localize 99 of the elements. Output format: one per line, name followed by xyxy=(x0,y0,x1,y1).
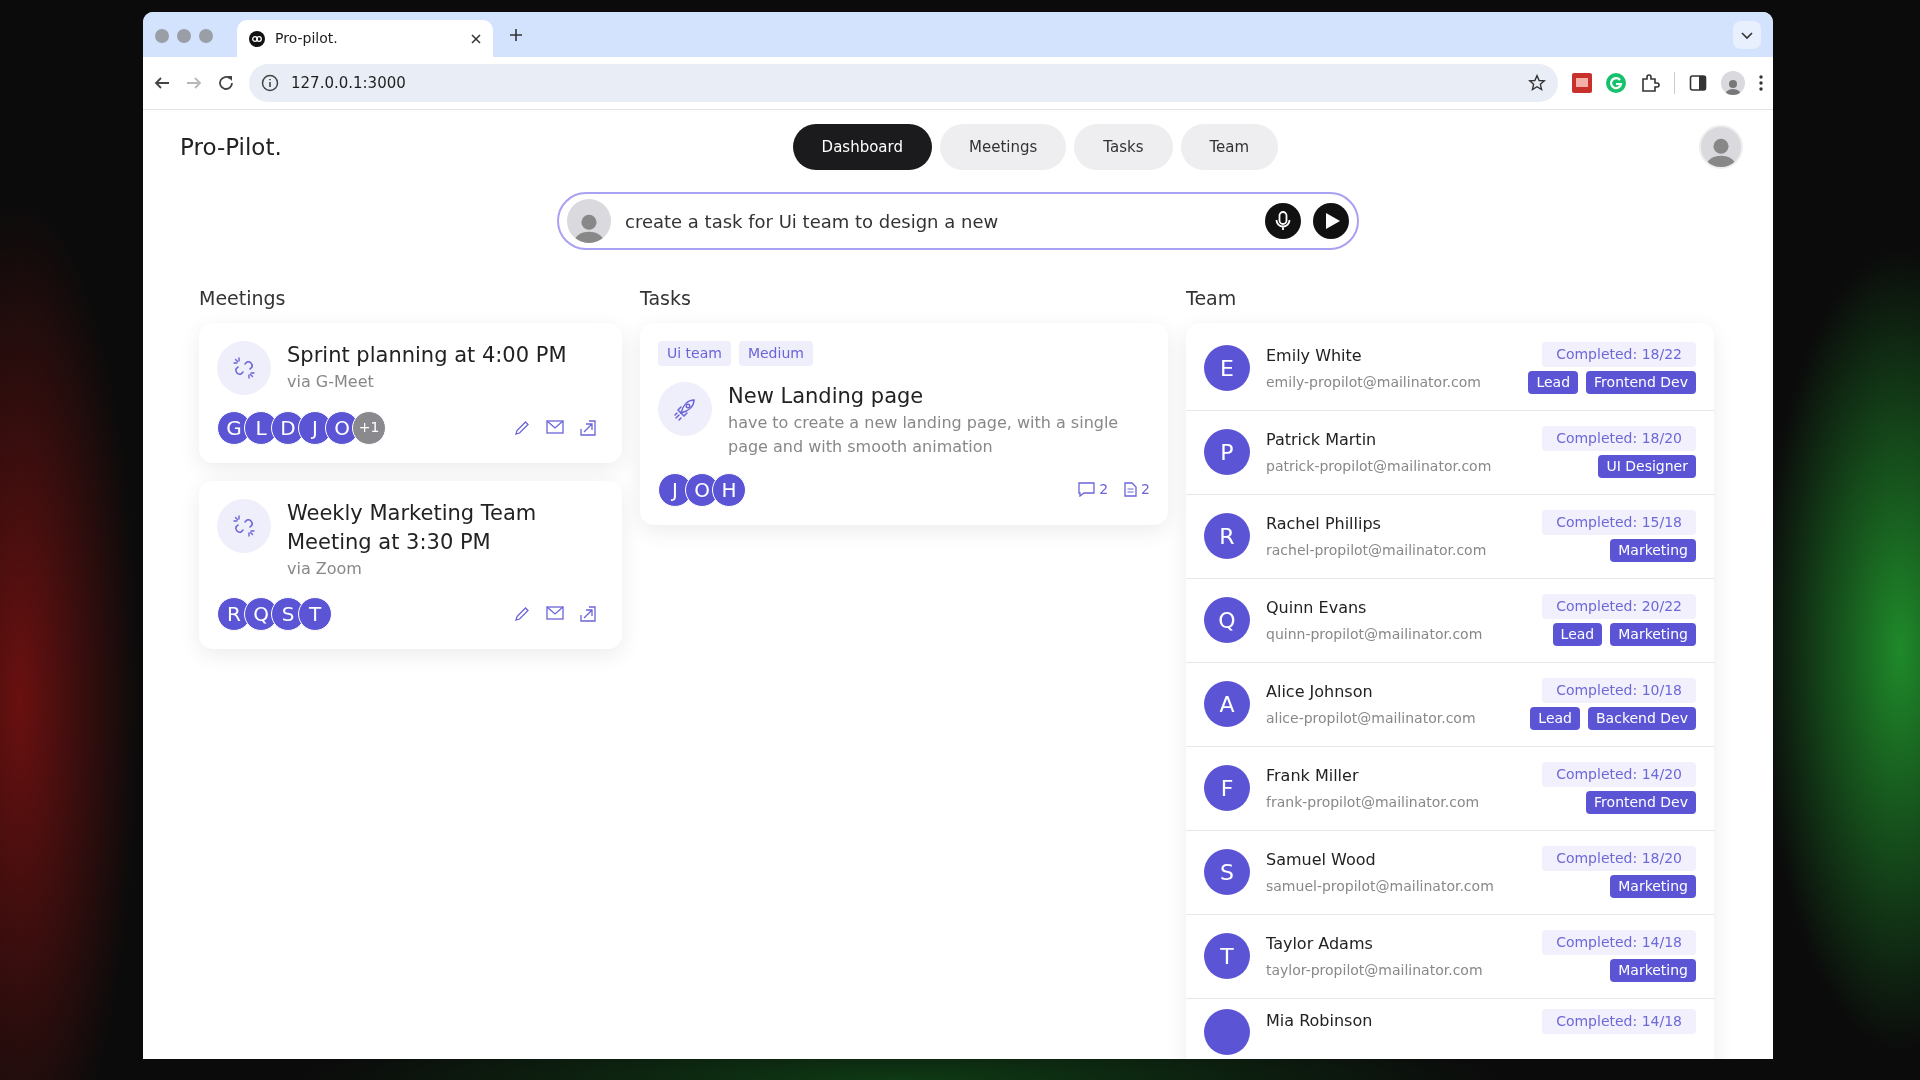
member-name: Mia Robinson xyxy=(1266,1009,1374,1032)
external-link-icon[interactable] xyxy=(580,419,596,436)
new-tab-icon[interactable] xyxy=(509,27,523,42)
member-avatar: Q xyxy=(1204,597,1250,643)
completed-count: Completed: 14/18 xyxy=(1542,930,1696,955)
mail-icon[interactable] xyxy=(546,606,564,621)
role-tag: Lead xyxy=(1530,707,1580,730)
external-link-icon[interactable] xyxy=(580,606,596,623)
attendee-avatar: T xyxy=(298,597,332,632)
role-tag: Backend Dev xyxy=(1588,707,1696,730)
site-logo-icon xyxy=(249,30,265,47)
broken-link-icon xyxy=(231,512,257,539)
user-avatar[interactable] xyxy=(1699,125,1743,169)
microphone-icon[interactable] xyxy=(1265,203,1301,239)
profile-avatar[interactable] xyxy=(1721,71,1745,95)
completed-count: Completed: 14/20 xyxy=(1542,762,1696,787)
nav-tab[interactable]: Tasks xyxy=(1074,124,1173,170)
member-email: quinn-propilot@mailinator.com xyxy=(1266,624,1484,644)
completed-count: Completed: 20/22 xyxy=(1542,594,1696,619)
member-avatar: S xyxy=(1204,849,1250,895)
member-email: alice-propilot@mailinator.com xyxy=(1266,708,1477,728)
role-tag: Lead xyxy=(1552,623,1603,646)
tab-title: Pro-pilot. xyxy=(275,29,339,48)
member-avatar: A xyxy=(1204,681,1250,727)
reload-icon[interactable] xyxy=(217,74,235,92)
edit-icon[interactable] xyxy=(514,606,530,623)
section-heading: Team xyxy=(1186,286,1238,311)
completed-count: Completed: 18/20 xyxy=(1542,846,1696,871)
role-tag: Lead xyxy=(1528,371,1579,394)
comment-icon xyxy=(1078,482,1096,498)
close-icon[interactable] xyxy=(471,33,481,44)
task-title: New Landing page xyxy=(728,382,925,410)
role-tag: Marketing xyxy=(1610,539,1696,562)
member-avatar: E xyxy=(1204,345,1250,391)
member-name: Taylor Adams xyxy=(1266,932,1374,955)
nav-tab[interactable]: Dashboard xyxy=(792,124,932,170)
role-tag: UI Designer xyxy=(1598,455,1696,478)
member-avatar: P xyxy=(1204,429,1250,475)
task-tag: Ui team xyxy=(658,340,731,366)
section-heading: Tasks xyxy=(640,286,692,311)
broken-link-icon xyxy=(231,354,257,381)
member-email: taylor-propilot@mailinator.com xyxy=(1266,960,1484,980)
address-bar[interactable]: 127.0.0.1:3000 xyxy=(249,64,1558,102)
meeting-platform: via G-Meet xyxy=(287,370,375,393)
attendee-avatar: H xyxy=(712,472,746,507)
browser-tab[interactable]: Pro-pilot. xyxy=(237,20,493,57)
meeting-title: Weekly Marketing Team Meeting at 3:30 PM xyxy=(287,499,538,556)
more-attendees-count: +1 xyxy=(352,410,386,445)
member-name: Emily White xyxy=(1266,344,1363,367)
completed-count: Completed: 18/22 xyxy=(1542,342,1696,367)
extension-icon[interactable] xyxy=(1572,73,1592,93)
document-icon xyxy=(1124,482,1138,498)
member-name: Frank Miller xyxy=(1266,764,1360,787)
member-email: frank-propilot@mailinator.com xyxy=(1266,792,1481,812)
task-description: have to create a new landing page, with a single page and with smooth animation xyxy=(728,411,1120,458)
completed-count: Completed: 15/18 xyxy=(1542,510,1696,535)
role-tag: Frontend Dev xyxy=(1586,791,1696,814)
side-panel-icon[interactable] xyxy=(1689,74,1707,92)
bookmark-star-icon[interactable] xyxy=(1528,74,1546,92)
member-name: Quinn Evans xyxy=(1266,596,1368,619)
puzzle-icon[interactable] xyxy=(1640,73,1660,93)
role-tag: Marketing xyxy=(1610,623,1696,646)
app-logo[interactable]: Pro-Pilot. xyxy=(180,129,282,165)
member-email: samuel-propilot@mailinator.com xyxy=(1266,876,1495,896)
member-email: patrick-propilot@mailinator.com xyxy=(1266,456,1493,476)
member-name: Alice Johnson xyxy=(1266,680,1374,703)
completed-count: Completed: 14/18 xyxy=(1542,1008,1696,1034)
task-tag: Medium xyxy=(738,340,813,366)
member-name: Rachel Phillips xyxy=(1266,512,1382,535)
mail-icon[interactable] xyxy=(546,419,564,434)
member-avatar: T xyxy=(1204,933,1250,979)
nav-tab[interactable]: Meetings xyxy=(940,124,1067,170)
member-avatar xyxy=(1204,1008,1250,1055)
member-avatar: R xyxy=(1204,513,1250,559)
member-name: Patrick Martin xyxy=(1266,428,1378,451)
prompt-bar[interactable]: create a task for Ui team to design a new xyxy=(557,192,1359,250)
role-tag: Marketing xyxy=(1610,875,1696,898)
meeting-platform: via Zoom xyxy=(287,558,363,581)
role-tag: Marketing xyxy=(1610,959,1696,982)
completed-count: Completed: 10/18 xyxy=(1542,678,1696,703)
attachment-count: 2 xyxy=(1141,480,1150,500)
user-avatar xyxy=(567,199,611,243)
member-name: Samuel Wood xyxy=(1266,848,1377,871)
meeting-title: Sprint planning at 4:00 PM xyxy=(287,341,567,369)
member-avatar: F xyxy=(1204,765,1250,811)
send-icon[interactable] xyxy=(1313,203,1349,239)
edit-icon[interactable] xyxy=(514,419,530,436)
prompt-field[interactable]: create a task for Ui team to design a new xyxy=(623,206,1253,236)
info-icon[interactable] xyxy=(261,74,279,92)
member-email: rachel-propilot@mailinator.com xyxy=(1266,540,1488,560)
url-text: 127.0.0.1:3000 xyxy=(291,72,407,94)
completed-count: Completed: 18/20 xyxy=(1542,426,1696,451)
tab-search-chevron-icon[interactable] xyxy=(1733,20,1761,49)
nav-tab[interactable]: Team xyxy=(1180,124,1279,170)
more-menu-icon[interactable] xyxy=(1759,75,1763,91)
member-email: emily-propilot@mailinator.com xyxy=(1266,372,1482,392)
comment-count: 2 xyxy=(1099,480,1109,500)
role-tag: Frontend Dev xyxy=(1586,371,1696,394)
section-heading: Meetings xyxy=(199,286,287,311)
